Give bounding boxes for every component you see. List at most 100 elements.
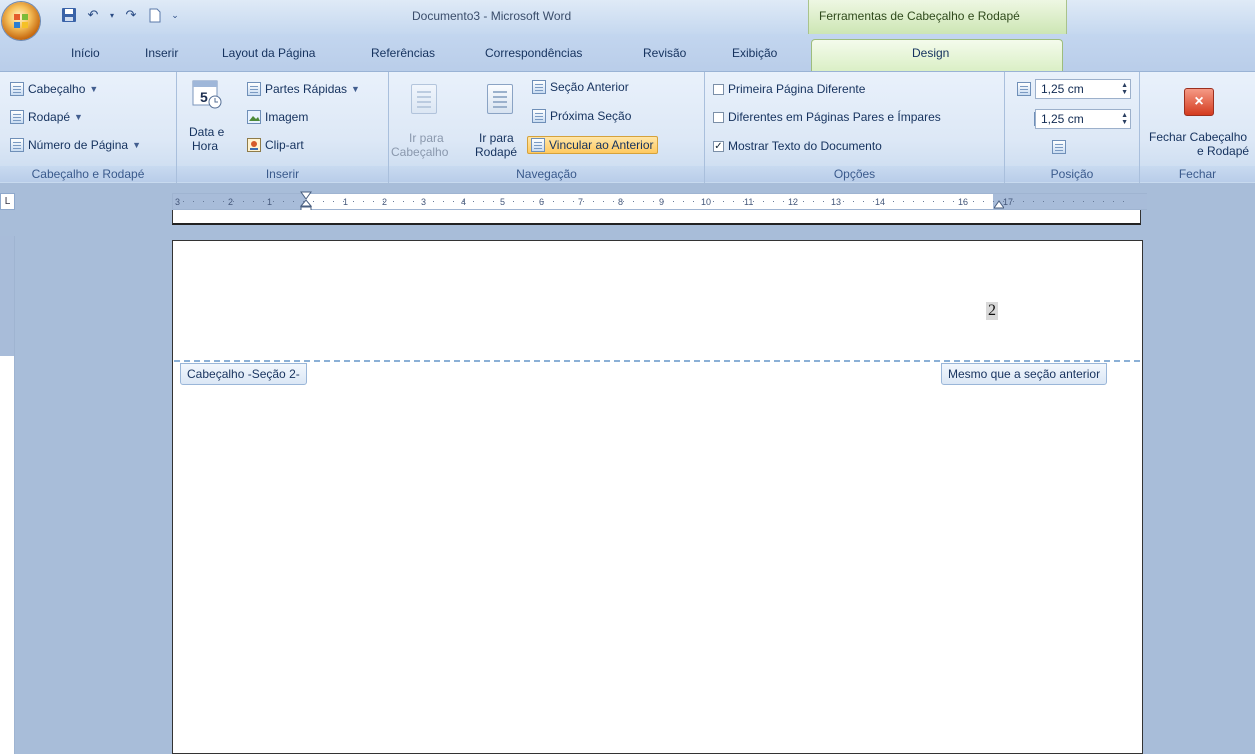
checkbox-unchecked[interactable] (713, 111, 724, 123)
quick-access-toolbar: ↶ ▾ ↷ ⌄ (60, 5, 180, 25)
tab-inserir[interactable]: Inserir (145, 46, 178, 60)
checkbox-unchecked[interactable] (713, 83, 724, 95)
secao-anterior-button[interactable]: Seção Anterior (532, 80, 629, 94)
ruler-label: 13 (831, 197, 841, 207)
group-label-posicao: Posição (1005, 166, 1139, 182)
ir-para-cabecalho-button[interactable]: Ir para Cabeçalho (391, 78, 455, 159)
ir-para-rodape-button[interactable]: Ir para Rodapé (475, 78, 525, 159)
fechar-cabecalho-button[interactable]: × Fechar Cabeçalho e Rodapé (1140, 78, 1255, 162)
ruler-tick (493, 201, 494, 202)
ruler-tick (703, 201, 704, 202)
ruler-tick (853, 201, 854, 202)
ruler-tick (683, 201, 684, 202)
ruler-label: 5 (500, 197, 505, 207)
vruler-top-margin (0, 236, 14, 356)
ruler-tick (623, 201, 624, 202)
save-icon[interactable] (60, 6, 78, 24)
ruler-tick (423, 201, 424, 202)
ruler-tick (473, 201, 474, 202)
ruler-label: 7 (578, 197, 583, 207)
tab-exibicao[interactable]: Exibição (732, 46, 777, 60)
insert-alignment-tab-icon[interactable] (1051, 140, 1066, 154)
go-to-footer-icon (487, 84, 513, 114)
ruler-tick (663, 201, 664, 202)
partes-rapidas-button[interactable]: Partes Rápidas ▼ (247, 82, 360, 96)
ruler-label: 2 (382, 197, 387, 207)
ruler-tick (1053, 201, 1054, 202)
data-hora-label-2: Hora (192, 139, 219, 153)
link-to-previous-icon (531, 138, 545, 152)
same-as-previous-tag: Mesmo que a seção anterior (941, 363, 1108, 385)
ruler-tick (733, 201, 734, 202)
new-document-icon[interactable] (146, 6, 164, 24)
ir-rodape-label-2: Rodapé (475, 145, 518, 159)
rodape-button[interactable]: Rodapé ▼ (10, 110, 83, 124)
vincular-anterior-button[interactable]: Vincular ao Anterior (527, 136, 658, 154)
ruler-tick (863, 201, 864, 202)
imagem-label: Imagem (265, 110, 309, 124)
previous-section-icon (532, 80, 546, 94)
ruler-tick (1013, 201, 1014, 202)
proxima-secao-button[interactable]: Próxima Seção (532, 109, 631, 123)
ruler-tick (1123, 201, 1124, 202)
customize-qat-icon[interactable]: ⌄ (170, 6, 180, 24)
tab-correspondencias[interactable]: Correspondências (485, 46, 582, 60)
ruler-tick (213, 201, 214, 202)
ruler-tick (1063, 201, 1064, 202)
secao-anterior-label: Seção Anterior (550, 80, 629, 94)
right-indent-marker-icon[interactable] (993, 198, 1005, 209)
primeira-pagina-checkbox[interactable]: Primeira Página Diferente (713, 82, 865, 96)
ruler-tick (943, 201, 944, 202)
tab-layout-da-pagina[interactable]: Layout da Página (222, 46, 315, 60)
ruler-tick (813, 201, 814, 202)
group-label-opcoes: Opções (705, 166, 1004, 182)
ruler-tick (293, 201, 294, 202)
tab-selector[interactable]: L (0, 193, 15, 210)
tab-inicio[interactable]: Início (71, 46, 100, 60)
ruler-tick (903, 201, 904, 202)
numero-pagina-button[interactable]: Número de Página ▼ (10, 138, 141, 152)
header-boundary-line (174, 360, 1140, 362)
dropdown-caret-icon[interactable]: ▾ (108, 6, 116, 24)
ruler-tick (543, 201, 544, 202)
ruler-tick (313, 201, 314, 202)
ruler-tick (223, 201, 224, 202)
tab-design[interactable]: Design (912, 46, 949, 60)
spin-arrows-icon[interactable]: ▲ ▼ (1121, 82, 1128, 96)
header-position-spinner[interactable]: 1,25 cm ▲ ▼ (1035, 79, 1131, 99)
cabecalho-label: Cabeçalho (28, 82, 86, 96)
cabecalho-button[interactable]: Cabeçalho ▼ (10, 82, 98, 96)
ruler-tick (1103, 201, 1104, 202)
footer-position-spinner[interactable]: 1,25 cm ▲ ▼ (1035, 109, 1131, 129)
paginas-pares-checkbox[interactable]: Diferentes em Páginas Pares e Ímpares (713, 110, 941, 124)
office-button[interactable] (2, 2, 40, 40)
mostrar-texto-checkbox[interactable]: ✓ Mostrar Texto do Documento (713, 139, 882, 153)
calendar-clock-icon: 5 (192, 80, 222, 109)
ruler-tick (233, 201, 234, 202)
check-mark-icon[interactable]: ✓ (713, 140, 724, 152)
header-position-icon (1017, 82, 1031, 96)
undo-icon[interactable]: ↶ (84, 6, 102, 24)
quick-parts-icon (247, 82, 261, 96)
rodape-label: Rodapé (28, 110, 71, 124)
group-label-fechar: Fechar (1140, 166, 1255, 182)
vertical-ruler[interactable] (0, 236, 15, 754)
ruler-tick (513, 201, 514, 202)
spin-arrows-icon[interactable]: ▲ ▼ (1121, 112, 1128, 126)
page-number-field[interactable]: 2 (986, 302, 998, 320)
tab-referencias[interactable]: Referências (371, 46, 435, 60)
redo-icon[interactable]: ↷ (122, 6, 140, 24)
group-inserir: 5 Data e Hora Partes Rápidas ▼ Imagem Cl… (177, 72, 389, 184)
tab-revisao[interactable]: Revisão (643, 46, 686, 60)
group-label-inserir: Inserir (177, 166, 388, 182)
ruler-tick (673, 201, 674, 202)
ruler-tick (893, 201, 894, 202)
contextual-tools-title: Ferramentas de Cabeçalho e Rodapé (808, 0, 1067, 34)
ruler-tick (253, 201, 254, 202)
imagem-button[interactable]: Imagem (247, 110, 308, 124)
ruler-tick (713, 201, 714, 202)
footer-icon (10, 110, 24, 124)
clip-art-button[interactable]: Clip-art (247, 138, 304, 152)
data-hora-button[interactable]: 5 Data e Hora (187, 78, 227, 158)
ruler-tick (203, 201, 204, 202)
